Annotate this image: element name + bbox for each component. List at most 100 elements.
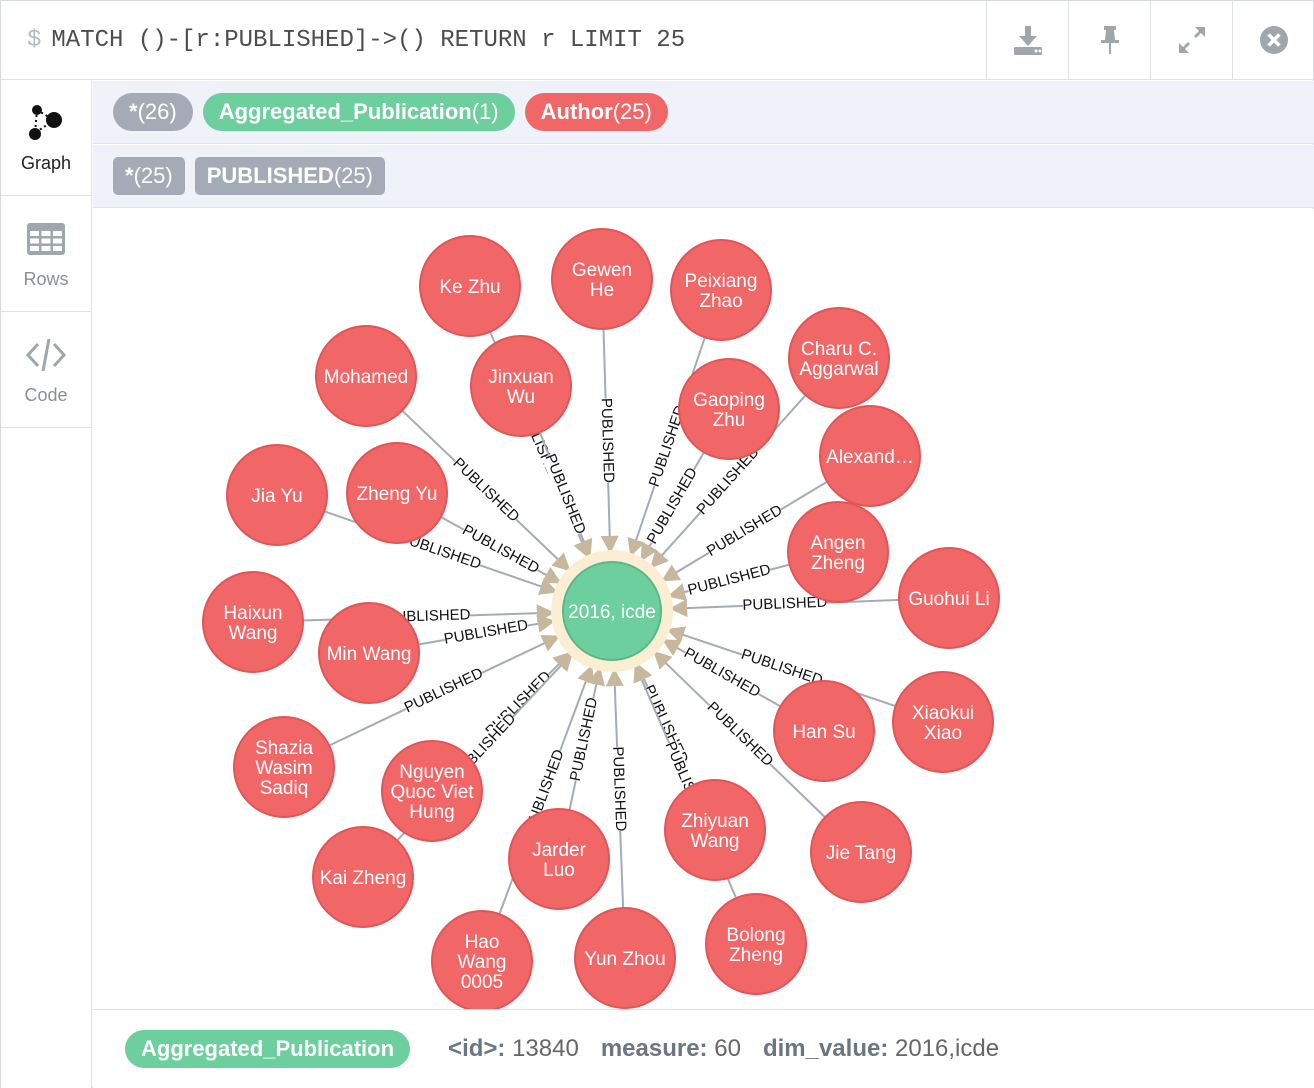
legend-node-all[interactable]: * (26) — [113, 93, 193, 131]
author-node[interactable]: Han Su — [773, 680, 875, 782]
sidebar-item-graph[interactable]: Graph — [1, 80, 91, 196]
graph-svg[interactable]: PUBLISHED PUBLISHED PUBLISHED PUBLISHED PUBL… — [93, 209, 1314, 1009]
pin-icon — [1100, 26, 1119, 54]
author-node[interactable]: ZhiyuanWang — [664, 779, 766, 881]
property-id: <id>: 13840 — [448, 1035, 579, 1063]
author-node-label: Hung — [409, 802, 454, 823]
author-node[interactable]: HaoWang0005 — [431, 910, 533, 1009]
legend-name: * — [129, 99, 138, 124]
author-node-label: Kai Zheng — [320, 868, 407, 889]
author-node[interactable]: PeixiangZhao — [670, 239, 772, 341]
author-node-label: Gewen — [572, 260, 632, 281]
property-measure: measure: 60 — [601, 1035, 741, 1063]
node-label-legend: * (26) Aggregated_Publication (1) Author (2… — [93, 81, 1314, 144]
author-node-label: Wang — [229, 623, 278, 644]
property-key: <id>: — [448, 1035, 506, 1062]
author-node[interactable]: BolongZheng — [705, 893, 807, 995]
selected-node-label[interactable]: Aggregated_Publication — [125, 1030, 411, 1068]
close-button[interactable] — [1232, 1, 1314, 79]
author-node[interactable]: Min Wang — [318, 602, 420, 704]
edge-label: PUBLISHED — [704, 699, 777, 770]
property-dim-value: dim_value: 2016,icde — [763, 1035, 999, 1063]
view-sidebar: Graph Rows Code — [1, 80, 92, 1088]
author-node-label: Han Su — [792, 722, 855, 743]
author-node-label: Luo — [543, 860, 575, 881]
center-node-label: 2016, icde — [568, 602, 656, 623]
property-value: 60 — [714, 1035, 741, 1062]
graph-icon — [29, 105, 62, 140]
sidebar-item-code[interactable]: Code — [1, 312, 91, 428]
author-node-label: Yun Zhou — [584, 949, 665, 970]
code-icon — [25, 338, 67, 372]
author-node[interactable]: GewenHe — [551, 228, 653, 330]
query-text[interactable]: $ MATCH ()-[r:PUBLISHED]->() RETURN r LIM… — [27, 27, 685, 54]
author-node[interactable]: AngenZheng — [787, 501, 889, 603]
author-node-label: Haixun — [223, 603, 282, 624]
author-node-label: He — [590, 280, 614, 301]
edge-label: PUBLISHED — [449, 454, 522, 525]
legend-count: (26) — [137, 99, 177, 124]
author-node[interactable]: Ke Zhu — [419, 235, 521, 337]
query-bar: $ MATCH ()-[r:PUBLISHED]->() RETURN r LIM… — [1, 1, 1313, 80]
author-node[interactable]: HaixunWang — [202, 571, 304, 673]
expand-icon — [1178, 27, 1205, 53]
author-node[interactable]: Zheng Yu — [346, 442, 448, 544]
legend-node-author[interactable]: Author (25) — [524, 93, 668, 131]
property-key: measure: — [600, 1035, 708, 1062]
property-key: dim_value: — [762, 1035, 889, 1062]
edge-label: PUBLISHED — [598, 398, 618, 484]
author-node-label: Zheng Yu — [356, 484, 437, 505]
author-node[interactable]: NguyenQuoc VietHung — [381, 740, 483, 842]
relationship-type-legend: * (25) PUBLISHED (25) — [93, 145, 1314, 208]
author-node-label: Sadiq — [260, 778, 309, 799]
author-node-label: Wasim — [255, 758, 312, 779]
legend-node-aggregated-publication[interactable]: Aggregated_Publication (1) — [202, 93, 515, 131]
author-node-label: Zheng — [729, 945, 783, 966]
author-node-label: Gaoping — [693, 390, 765, 411]
graph-canvas[interactable]: PUBLISHED PUBLISHED PUBLISHED PUBLISHED PUBL… — [93, 209, 1314, 1009]
author-node[interactable]: Charu C.Aggarwal — [788, 307, 890, 409]
author-node[interactable]: ShaziaWasimSadiq — [233, 716, 335, 818]
author-node-label: Wu — [507, 387, 535, 408]
edge-label: PUBLISHED — [567, 696, 601, 783]
legend-name: Aggregated_Publication — [218, 99, 472, 124]
query-prompt: $ — [27, 27, 42, 54]
author-node[interactable]: Guohui Li — [898, 547, 1000, 649]
author-node[interactable]: JarderLuo — [508, 808, 610, 910]
edge-label: PUBLISHED — [686, 561, 773, 599]
author-node[interactable]: JinxuanWu — [470, 335, 572, 437]
download-button[interactable] — [986, 1, 1068, 79]
author-node[interactable]: Jie Tang — [810, 801, 912, 903]
author-node-label: Xiaokui — [912, 703, 974, 724]
legend-count: (25) — [133, 163, 173, 188]
author-node-label: Zheng — [811, 553, 865, 574]
author-node-label: Charu C. — [801, 339, 877, 360]
author-node-label: 0005 — [461, 972, 503, 993]
author-node[interactable]: Jia Yu — [226, 444, 328, 546]
author-node[interactable]: Alexand… — [819, 405, 921, 507]
legend-count: (25) — [612, 99, 652, 124]
author-node-label: Wang — [458, 952, 507, 973]
author-node-label: Angen — [811, 533, 866, 554]
author-node-label: Hao — [465, 932, 500, 953]
expand-button[interactable] — [1150, 1, 1232, 79]
property-value: 13840 — [512, 1035, 579, 1062]
author-node-label: Min Wang — [327, 644, 412, 665]
edge-label: PUBLISHED — [541, 452, 589, 537]
author-node-label: Alexand… — [826, 447, 914, 468]
legend-rel-all[interactable]: * (25) — [113, 157, 185, 195]
edge-label: PUBLISHED — [609, 746, 629, 832]
sidebar-item-label: Graph — [20, 153, 72, 173]
author-node[interactable]: XiaokuiXiao — [892, 671, 994, 773]
author-node[interactable]: GaopingZhu — [678, 358, 780, 460]
author-node-label: Guohui Li — [908, 589, 989, 610]
author-node[interactable]: Yun Zhou — [574, 907, 676, 1009]
author-node-label: Zhu — [713, 410, 746, 431]
author-node[interactable]: Kai Zheng — [312, 826, 414, 928]
legend-rel-published[interactable]: PUBLISHED (25) — [194, 157, 385, 195]
query-string: MATCH ()-[r:PUBLISHED]->() RETURN r LIMI… — [51, 27, 686, 54]
author-node[interactable]: Mohamed — [315, 325, 417, 427]
author-node-label: Peixiang — [685, 271, 758, 292]
sidebar-item-rows[interactable]: Rows — [1, 196, 91, 312]
pin-button[interactable] — [1068, 1, 1150, 79]
